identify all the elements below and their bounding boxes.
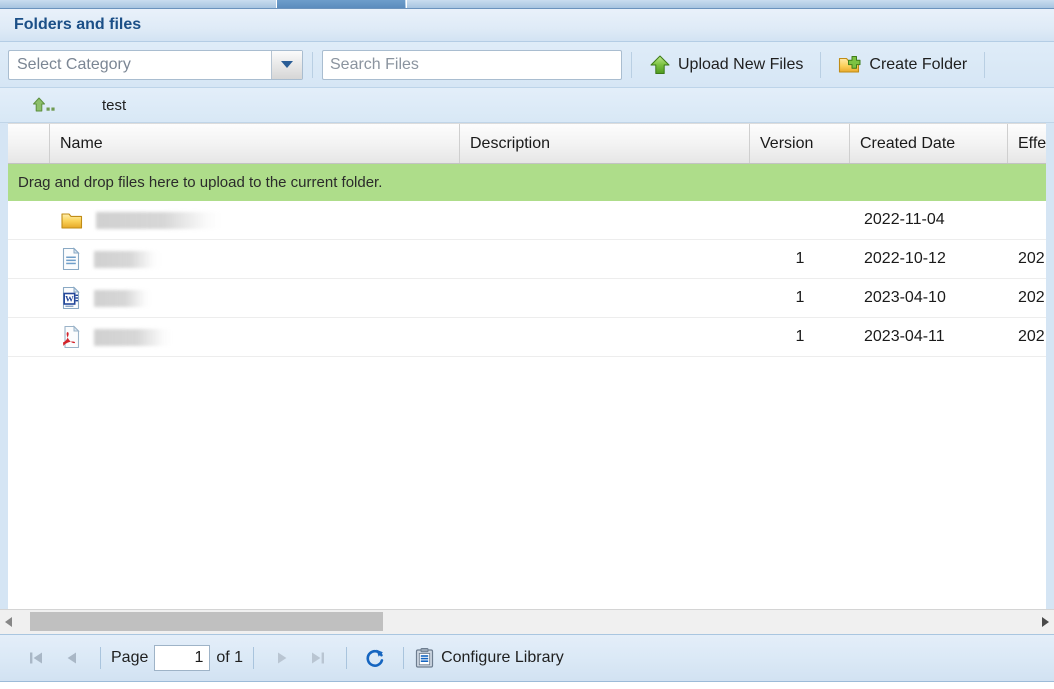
next-page-icon bbox=[273, 649, 291, 667]
row-created-date-cell: 2023-04-11 bbox=[864, 328, 945, 345]
toolbar-divider bbox=[820, 51, 822, 78]
column-header-version[interactable]: Version bbox=[750, 124, 850, 163]
row-created-date-cell: 2023-04-10 bbox=[864, 289, 946, 306]
configure-library-label: Configure Library bbox=[441, 649, 564, 666]
scroll-left-arrow-icon[interactable] bbox=[0, 617, 17, 627]
page-total-label: of 1 bbox=[216, 649, 244, 666]
toolbar-divider bbox=[631, 51, 632, 78]
toolbar-divider bbox=[984, 51, 986, 78]
row-description-cell bbox=[460, 279, 750, 317]
row-version-cell: 1 bbox=[795, 250, 805, 267]
green-up-arrow-icon bbox=[649, 54, 671, 76]
first-page-icon bbox=[27, 649, 45, 667]
first-page-button[interactable] bbox=[18, 643, 54, 673]
row-description-cell bbox=[460, 318, 750, 356]
configure-library-icon bbox=[414, 647, 435, 669]
column-header-select[interactable] bbox=[8, 124, 50, 163]
row-version-cell bbox=[750, 201, 850, 239]
search-input[interactable] bbox=[322, 49, 622, 80]
toolbar: Select Category Upload New Files bbox=[0, 42, 1054, 88]
pager-divider bbox=[100, 647, 101, 669]
breadcrumb-current-folder[interactable]: test bbox=[102, 97, 126, 114]
create-folder-button[interactable]: Create Folder bbox=[830, 49, 975, 81]
drag-and-drop-zone[interactable]: Drag and drop files here to upload to th… bbox=[8, 164, 1046, 201]
word-document-icon: W bbox=[60, 286, 82, 310]
up-one-level-icon[interactable] bbox=[32, 95, 58, 115]
category-select[interactable]: Select Category bbox=[8, 49, 303, 80]
pagination-toolbar: Page of 1 bbox=[0, 635, 1054, 681]
previous-page-icon bbox=[63, 649, 81, 667]
pdf-document-icon bbox=[60, 325, 82, 349]
redacted-name bbox=[96, 211, 221, 229]
pager-divider bbox=[403, 647, 405, 669]
scroll-right-arrow-icon[interactable] bbox=[1037, 617, 1054, 627]
svg-text:W: W bbox=[65, 294, 74, 304]
toolbar-divider bbox=[312, 51, 313, 78]
scrollbar-track[interactable] bbox=[17, 610, 1037, 634]
row-select-cell[interactable] bbox=[8, 279, 50, 317]
next-page-button[interactable] bbox=[264, 643, 300, 673]
row-effective-date-cell: 202 bbox=[1018, 250, 1045, 267]
row-name-cell[interactable] bbox=[50, 201, 460, 239]
page-label: Page bbox=[111, 649, 149, 666]
row-version-cell: 1 bbox=[795, 328, 805, 345]
category-select-value: Select Category bbox=[17, 55, 131, 73]
pager-divider bbox=[253, 647, 255, 669]
tab-segment-active[interactable] bbox=[277, 0, 405, 8]
upload-new-files-button[interactable]: Upload New Files bbox=[641, 49, 811, 81]
folders-and-files-panel: Folders and files Select Category Upload… bbox=[0, 9, 1054, 682]
folder-add-icon bbox=[838, 54, 862, 75]
chevron-down-icon[interactable] bbox=[271, 50, 302, 79]
row-created-date-cell: 2022-11-04 bbox=[864, 211, 945, 228]
row-created-date-cell: 2022-10-12 bbox=[864, 250, 946, 267]
breadcrumb: test bbox=[0, 88, 1054, 123]
tab-segment-right[interactable] bbox=[406, 0, 1054, 8]
upload-new-files-label: Upload New Files bbox=[678, 55, 804, 73]
text-document-icon bbox=[60, 247, 82, 271]
page-title: Folders and files bbox=[0, 9, 1054, 42]
row-name-cell[interactable] bbox=[50, 240, 460, 278]
row-effective-date-cell: 202 bbox=[1018, 328, 1045, 345]
row-effective-date-cell bbox=[1008, 201, 1046, 239]
tab-strip bbox=[0, 0, 1054, 9]
table-row[interactable]: 2022-11-04 bbox=[8, 201, 1046, 240]
redacted-name bbox=[94, 250, 160, 268]
folder-icon bbox=[60, 210, 84, 231]
column-header-created-date[interactable]: Created Date bbox=[850, 124, 1008, 163]
column-header-name[interactable]: Name bbox=[50, 124, 460, 163]
row-name-cell[interactable] bbox=[50, 318, 460, 356]
redacted-name bbox=[94, 289, 151, 307]
previous-page-button[interactable] bbox=[54, 643, 90, 673]
row-select-cell[interactable] bbox=[8, 318, 50, 356]
grid-header-row: Name Description Version Created Date Ef… bbox=[8, 123, 1046, 164]
column-header-effective-date[interactable]: Effe bbox=[1008, 124, 1046, 163]
row-version-cell: 1 bbox=[795, 289, 805, 306]
row-select-cell[interactable] bbox=[8, 240, 50, 278]
row-effective-date-cell: 202 bbox=[1018, 289, 1045, 306]
scrollbar-thumb[interactable] bbox=[30, 612, 383, 631]
last-page-button[interactable] bbox=[300, 643, 336, 673]
table-row[interactable]: W 1 2023-04-10 202 bbox=[8, 279, 1046, 318]
row-name-cell[interactable]: W bbox=[50, 279, 460, 317]
tab-segment-left[interactable] bbox=[0, 0, 277, 8]
horizontal-scrollbar[interactable] bbox=[0, 609, 1054, 635]
row-description-cell bbox=[460, 201, 750, 239]
create-folder-label: Create Folder bbox=[869, 55, 968, 73]
last-page-icon bbox=[309, 649, 327, 667]
table-row[interactable]: 1 2022-10-12 202 bbox=[8, 240, 1046, 279]
table-row[interactable]: 1 2023-04-11 202 bbox=[8, 318, 1046, 357]
refresh-button[interactable] bbox=[357, 643, 393, 673]
refresh-icon bbox=[364, 647, 386, 669]
page-number-input[interactable] bbox=[154, 645, 211, 671]
pager-divider bbox=[346, 647, 348, 669]
redacted-name bbox=[94, 328, 172, 346]
column-header-description[interactable]: Description bbox=[460, 124, 750, 163]
row-description-cell bbox=[460, 240, 750, 278]
row-select-cell[interactable] bbox=[8, 201, 50, 239]
files-grid: Name Description Version Created Date Ef… bbox=[0, 123, 1054, 609]
configure-library-button[interactable]: Configure Library bbox=[414, 647, 564, 669]
